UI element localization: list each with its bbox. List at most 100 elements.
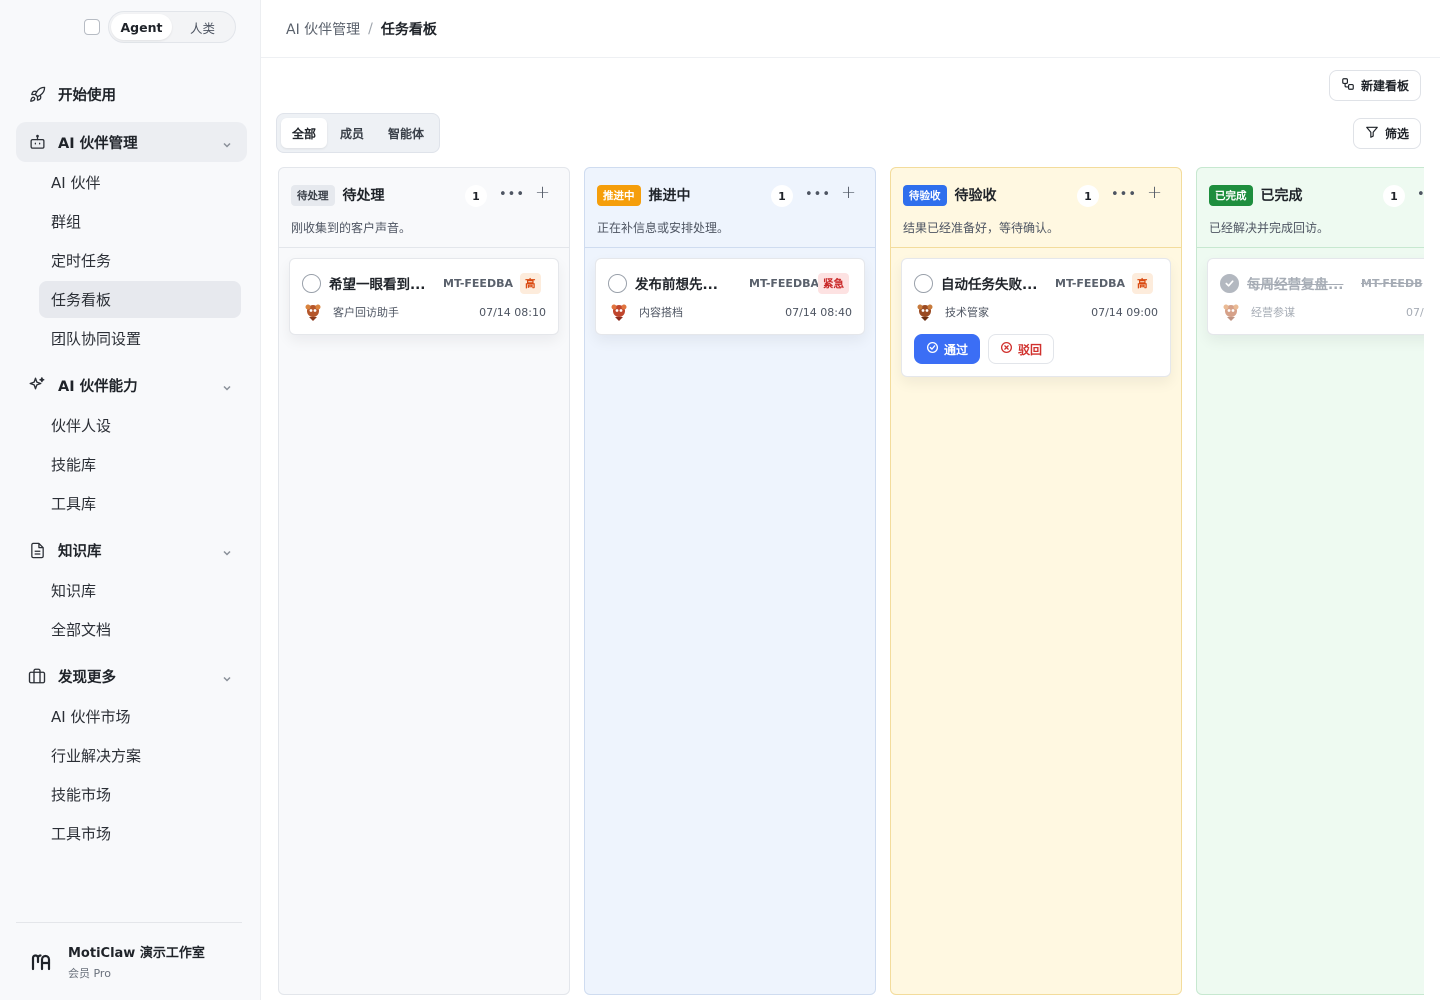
chevron-down-icon — [221, 379, 233, 391]
more-icon[interactable]: ••• — [1417, 187, 1424, 202]
task-checkbox-checked[interactable] — [1220, 273, 1239, 293]
approve-button[interactable]: 通过 — [914, 334, 981, 364]
agent-avatar-icon — [1223, 304, 1239, 321]
org-plan: 会员 Pro — [68, 967, 111, 980]
filter-icon — [1365, 125, 1379, 142]
agent-name: 经营参谋 — [1251, 306, 1295, 319]
nav-item-tool-library[interactable]: 工具库 — [39, 485, 241, 522]
nav-item-ai-partner[interactable]: AI 伙伴 — [39, 164, 241, 201]
task-checkbox[interactable] — [608, 273, 627, 293]
column-title: 已完成 — [1260, 188, 1303, 204]
column-count: 1 — [771, 185, 793, 207]
more-icon[interactable]: ••• — [499, 187, 525, 202]
status-badge: 推进中 — [597, 184, 641, 206]
more-icon[interactable]: ••• — [805, 187, 831, 202]
filter-button[interactable]: 筛选 — [1353, 118, 1422, 149]
segment-all[interactable]: 全部 — [281, 118, 328, 148]
nav-item-skill-library[interactable]: 技能库 — [39, 446, 241, 483]
reject-label: 驳回 — [1018, 342, 1043, 357]
nav-group-knowledge[interactable]: 知识库 — [16, 530, 247, 570]
breadcrumb-separator: / — [368, 20, 373, 37]
agent-name: 客户回访助手 — [333, 306, 399, 319]
task-time: 07/14 08:40 — [785, 305, 852, 319]
mode-agent-option[interactable]: Agent — [111, 14, 172, 40]
task-checkbox[interactable] — [914, 273, 933, 293]
status-badge: 待处理 — [291, 184, 335, 206]
org-switcher[interactable]: MotiClaw 演示工作室 会员 Pro — [16, 922, 242, 1000]
chevron-down-icon — [221, 544, 233, 556]
agent-avatar-icon — [611, 304, 627, 321]
task-time: 07/14 09:00 — [1091, 305, 1158, 319]
column-count: 1 — [1077, 185, 1099, 207]
task-card[interactable]: 发布前想先... MT-FEEDBA 紧急 内容搭档 07/14 08:40 — [595, 258, 865, 335]
org-name: MotiClaw 演示工作室 — [68, 946, 205, 961]
status-badge: 已完成 — [1209, 184, 1253, 206]
column-header: 待验收 待验收 1 ••• + 结果已经准备好，等待确认。 — [891, 168, 1181, 248]
column-header: 推进中 推进中 1 ••• + 正在补信息或安排处理。 — [585, 168, 875, 248]
sidebar-top: Agent 人类 — [84, 11, 236, 43]
approve-label: 通过 — [944, 342, 969, 357]
new-board-button[interactable]: 新建看板 — [1329, 70, 1422, 101]
column-pending: 待处理 待处理 1 ••• + 刚收集到的客户声音。 希望一眼看到... MT-… — [278, 167, 570, 995]
check-circle-icon — [926, 341, 939, 357]
column-header: 已完成 已完成 1 ••• 已经解决并完成回访。 — [1197, 168, 1424, 248]
nav-group-discover[interactable]: 发现更多 — [16, 656, 247, 696]
column-description: 已经解决并完成回访。 — [1209, 221, 1330, 235]
nav-item-knowledge-base[interactable]: 知识库 — [39, 572, 241, 609]
task-time: 07/14 08:10 — [479, 305, 546, 319]
task-title: 每周经营复盘... — [1247, 277, 1344, 293]
priority-badge: 紧急 — [818, 272, 849, 294]
breadcrumb-current: 任务看板 — [380, 21, 437, 38]
nav-item-skill-market[interactable]: 技能市场 — [39, 776, 241, 813]
nav-item-scheduled-tasks[interactable]: 定时任务 — [39, 242, 241, 279]
task-checkbox[interactable] — [302, 273, 321, 293]
x-circle-icon — [1000, 341, 1013, 357]
nav-item-partner-market[interactable]: AI 伙伴市场 — [39, 698, 241, 735]
column-awaiting-review: 待验收 待验收 1 ••• + 结果已经准备好，等待确认。 自动任务失败... … — [890, 167, 1182, 995]
nav-group-partner-management[interactable]: AI 伙伴管理 — [16, 122, 247, 162]
agent-avatar-icon — [917, 304, 933, 321]
nav-item-persona[interactable]: 伙伴人设 — [39, 407, 241, 444]
segment-agents[interactable]: 智能体 — [377, 118, 435, 148]
task-card[interactable]: 希望一眼看到... MT-FEEDBA 高 客户回访助手 07/14 08:10 — [289, 258, 559, 335]
column-done: 已完成 已完成 1 ••• 已经解决并完成回访。 每周经营复盘... MT-FE… — [1196, 167, 1424, 995]
agent-name: 内容搭档 — [639, 306, 683, 319]
nav-item-team-settings[interactable]: 团队协同设置 — [39, 320, 241, 357]
column-header: 待处理 待处理 1 ••• + 刚收集到的客户声音。 — [279, 168, 569, 248]
task-card[interactable]: 自动任务失败... MT-FEEDBA 高 技术管家 07/14 09:00 通… — [901, 258, 1171, 377]
nav-group-partner-abilities[interactable]: AI 伙伴能力 — [16, 365, 247, 405]
add-icon[interactable]: + — [841, 182, 856, 203]
nav-start-label: 开始使用 — [58, 87, 116, 104]
sidebar-checkbox[interactable] — [84, 19, 100, 35]
more-icon[interactable]: ••• — [1111, 187, 1137, 202]
nav-item-industry-solutions[interactable]: 行业解决方案 — [39, 737, 241, 774]
column-description: 正在补信息或安排处理。 — [597, 221, 730, 235]
nav-start[interactable]: 开始使用 — [16, 74, 247, 114]
breadcrumb-root[interactable]: AI 伙伴管理 — [286, 19, 360, 39]
mode-toggle: Agent 人类 — [108, 11, 236, 43]
task-card[interactable]: 每周经营复盘... MT-FEEDB 经营参谋 07/ — [1207, 258, 1424, 335]
add-icon[interactable]: + — [1147, 182, 1162, 203]
priority-badge: 高 — [520, 272, 541, 294]
column-description: 结果已经准备好，等待确认。 — [903, 221, 1060, 235]
nav-group-label: AI 伙伴管理 — [58, 135, 138, 152]
column-title: 待验收 — [954, 188, 997, 204]
mode-human-option[interactable]: 人类 — [172, 14, 233, 40]
column-title: 待处理 — [342, 188, 385, 204]
nav-item-task-board[interactable]: 任务看板 — [39, 281, 241, 318]
column-title: 推进中 — [648, 188, 691, 204]
task-code: MT-FEEDBA — [1055, 276, 1125, 290]
add-icon[interactable]: + — [535, 182, 550, 203]
reject-button[interactable]: 驳回 — [988, 334, 1055, 364]
segment-members[interactable]: 成员 — [329, 118, 375, 148]
nav-item-all-documents[interactable]: 全部文档 — [39, 611, 241, 648]
nav-item-tool-market[interactable]: 工具市场 — [39, 815, 241, 852]
task-title: 自动任务失败... — [941, 277, 1038, 293]
priority-badge: 高 — [1132, 272, 1153, 294]
column-count: 1 — [1383, 185, 1405, 207]
chevron-down-icon — [221, 670, 233, 682]
robot-icon — [28, 133, 46, 151]
task-code: MT-FEEDBA — [443, 276, 513, 290]
nav-item-groups[interactable]: 群组 — [39, 203, 241, 240]
agent-name: 技术管家 — [945, 306, 989, 319]
